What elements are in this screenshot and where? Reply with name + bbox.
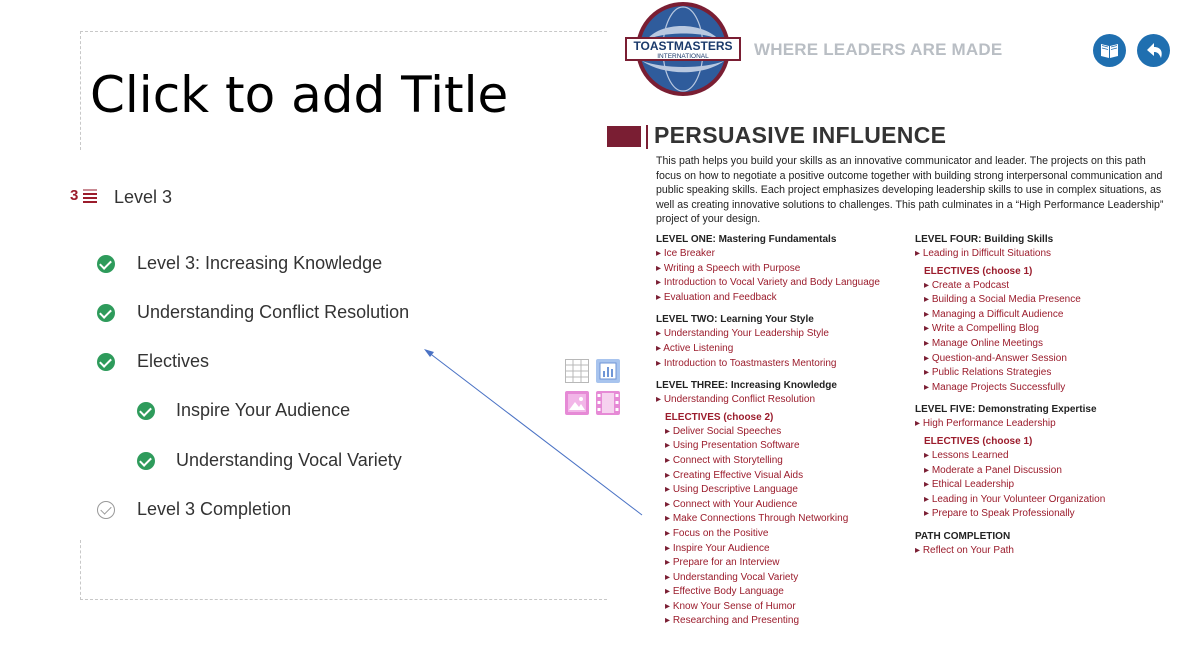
electives-heading: ELECTIVES (choose 1): [924, 435, 1033, 447]
elective-link[interactable]: Creating Effective Visual Aids: [665, 469, 906, 484]
elective-link[interactable]: Prepare for an Interview: [665, 556, 906, 571]
level-heading: LEVEL THREE: Increasing Knowledge: [656, 380, 837, 392]
elective-link[interactable]: Lessons Learned: [924, 449, 1175, 464]
elective-link[interactable]: Building a Social Media Presence: [924, 293, 1175, 308]
project-link[interactable]: Evaluation and Feedback: [656, 291, 906, 306]
elective-link[interactable]: Managing a Difficult Audience: [924, 308, 1175, 323]
elective-link[interactable]: Public Relations Strategies: [924, 366, 1175, 381]
toastmasters-logo: TOASTMASTERS INTERNATIONAL: [624, 1, 742, 98]
svg-text:INTERNATIONAL: INTERNATIONAL: [657, 53, 709, 60]
path-title: PERSUASIVE INFLUENCE: [654, 122, 947, 148]
elective-link[interactable]: Researching and Presenting: [665, 614, 906, 629]
levels-column-left: LEVEL ONE: Mastering Fundamentals Ice Br…: [656, 233, 906, 629]
path-description: This path helps you build your skills as…: [656, 155, 1164, 225]
elective-link[interactable]: Prepare to Speak Professionally: [924, 507, 1175, 522]
elective-link[interactable]: Using Presentation Software: [665, 439, 906, 454]
elective-link[interactable]: Inspire Your Audience: [665, 542, 906, 557]
path-title-bar: [607, 126, 641, 147]
project-link[interactable]: Leading in Difficult Situations: [915, 247, 1175, 262]
project-link[interactable]: Understanding Your Leadership Style: [656, 327, 906, 342]
video-icon[interactable]: [596, 391, 620, 415]
level-heading: LEVEL ONE: Mastering Fundamentals: [656, 234, 837, 245]
elective-link[interactable]: Connect with Storytelling: [665, 454, 906, 469]
elective-link[interactable]: Focus on the Positive: [665, 527, 906, 542]
elective-link[interactable]: Know Your Sense of Humor: [665, 600, 906, 615]
project-link[interactable]: High Performance Leadership: [915, 417, 1175, 432]
elective-link[interactable]: Question-and-Answer Session: [924, 352, 1175, 367]
elective-link[interactable]: Understanding Vocal Variety: [665, 571, 906, 586]
elective-link[interactable]: Manage Online Meetings: [924, 337, 1175, 352]
elective-link[interactable]: Using Descriptive Language: [665, 483, 906, 498]
book-icon[interactable]: [1093, 34, 1126, 67]
level-heading: LEVEL TWO: Learning Your Style: [656, 314, 814, 326]
elective-link[interactable]: Connect with Your Audience: [665, 498, 906, 513]
picture-icon[interactable]: [565, 391, 589, 415]
project-link[interactable]: Writing a Speech with Purpose: [656, 262, 906, 277]
level-heading: LEVEL FOUR: Building Skills: [915, 234, 1054, 245]
electives-heading: ELECTIVES (choose 1): [924, 265, 1033, 277]
elective-link[interactable]: Write a Compelling Blog: [924, 322, 1175, 337]
levels-column-right: LEVEL FOUR: Building Skills Leading in D…: [915, 233, 1175, 559]
elective-link[interactable]: Ethical Leadership: [924, 478, 1175, 493]
project-link[interactable]: Ice Breaker: [656, 247, 906, 262]
svg-text:TOASTMASTERS: TOASTMASTERS: [633, 39, 732, 53]
level-heading: LEVEL FIVE: Demonstrating Expertise: [915, 404, 1097, 416]
elective-link[interactable]: Create a Podcast: [924, 279, 1175, 294]
elective-link[interactable]: Manage Projects Successfully: [924, 381, 1175, 396]
project-link[interactable]: Understanding Conflict Resolution: [656, 393, 906, 408]
elective-link[interactable]: Effective Body Language: [665, 585, 906, 600]
level-heading: PATH COMPLETION: [915, 530, 1011, 542]
tagline: WHERE LEADERS ARE MADE: [754, 40, 1003, 59]
elective-link[interactable]: Make Connections Through Networking: [665, 512, 906, 527]
project-link[interactable]: Introduction to Toastmasters Mentoring: [656, 357, 906, 372]
table-icon[interactable]: [565, 359, 589, 383]
path-title-divider: [646, 125, 648, 149]
project-link[interactable]: Reflect on Your Path: [915, 544, 1175, 559]
electives-heading: ELECTIVES (choose 2): [665, 411, 774, 423]
elective-link[interactable]: Leading in Your Volunteer Organization: [924, 493, 1175, 508]
project-link[interactable]: Active Listening: [656, 342, 906, 357]
elective-link[interactable]: Moderate a Panel Discussion: [924, 464, 1175, 479]
chart-icon[interactable]: [596, 359, 620, 383]
back-arrow-icon[interactable]: [1137, 34, 1170, 67]
project-link[interactable]: Introduction to Vocal Variety and Body L…: [656, 276, 906, 291]
elective-link[interactable]: Deliver Social Speeches: [665, 425, 906, 440]
